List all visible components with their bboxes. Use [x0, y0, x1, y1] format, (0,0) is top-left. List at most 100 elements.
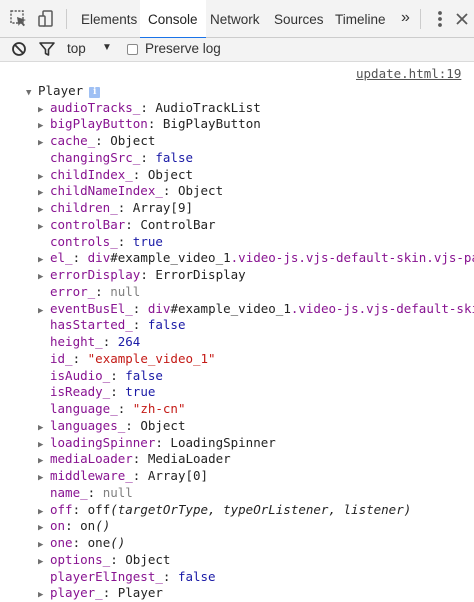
property-key: loadingSpinner [50, 434, 156, 450]
property-value-part: .video-js.vjs-default-skin.vjs [290, 300, 474, 316]
property-row[interactable]: ▶ languages_: Object [38, 418, 185, 435]
object-name: Player [38, 83, 84, 98]
property-value: Object [140, 417, 186, 433]
property-value-part: off [87, 501, 111, 517]
more-options-icon[interactable] [430, 9, 450, 29]
property-key: hasStarted_ [50, 317, 133, 333]
preserve-log-checkbox[interactable] [127, 44, 138, 55]
property-key: language_ [50, 401, 118, 416]
property-value: BigPlayButton [162, 116, 261, 132]
property-separator: : [125, 216, 141, 232]
property-value: Object [147, 166, 194, 182]
device-toolbar-icon[interactable] [37, 9, 57, 29]
property-row[interactable]: ▶ off: off(targetOrType, typeOrListener, … [38, 502, 411, 519]
property-value: 264 [117, 334, 141, 349]
filter-icon[interactable] [37, 39, 57, 59]
property-separator: : [140, 99, 156, 115]
property-separator: : [140, 149, 156, 165]
collapse-triangle-icon[interactable]: ▼ [26, 88, 38, 98]
property-row[interactable]: ▶ middleware_: Array[0] [38, 468, 208, 485]
tab-console[interactable]: Console [140, 0, 206, 39]
property-value: null [102, 484, 133, 500]
property-row: playerElIngest_: false [38, 569, 216, 586]
property-row[interactable]: ▶ player_: Player [38, 585, 163, 602]
property-value: null [110, 283, 141, 299]
property-row[interactable]: ▶ children_: Array[9] [38, 200, 193, 217]
console-output: update.html:19 ▼ Player i ▶ audioTracks_: A… [0, 62, 474, 602]
property-row[interactable]: ▶ el_: div#example_video_1.video-js.vjs-d… [38, 250, 474, 267]
tab-elements[interactable]: Elements [73, 0, 145, 38]
property-row[interactable]: ▶ loadingSpinner: LoadingSpinner [38, 435, 276, 452]
inspect-element-icon[interactable] [9, 9, 29, 29]
property-separator: : [72, 501, 88, 517]
clear-console-icon[interactable] [9, 39, 29, 59]
info-icon[interactable]: i [89, 87, 101, 98]
property-key: middleware_ [50, 468, 133, 483]
property-value: "zh-cn" [132, 401, 186, 416]
property-separator: : [110, 384, 126, 400]
preserve-log-label[interactable]: Preserve log [145, 41, 221, 56]
property-separator: : [72, 350, 88, 366]
property-separator: : [95, 133, 111, 148]
property-separator: : [65, 518, 81, 534]
close-icon[interactable] [452, 9, 472, 29]
property-row: controls_: true [38, 234, 163, 251]
property-row[interactable]: ▶ cache_: Object [38, 133, 155, 150]
property-row[interactable]: ▶ errorDisplay: ErrorDisplay [38, 267, 246, 284]
property-row[interactable]: ▶ bigPlayButton: BigPlayButton [38, 116, 261, 133]
property-separator: : [132, 300, 148, 316]
property-row[interactable]: ▶ controlBar: ControlBar [38, 217, 216, 234]
property-row: isReady_: true [38, 384, 155, 401]
property-row[interactable]: ▶ mediaLoader: MediaLoader [38, 451, 231, 468]
property-value: Object [125, 551, 171, 567]
property-row[interactable]: ▶ eventBusEl_: div#example_video_1.video-… [38, 301, 474, 318]
property-separator: : [110, 367, 126, 383]
property-value: ControlBar [140, 216, 216, 232]
property-row[interactable]: ▶ audioTracks_: AudioTrackList [38, 100, 261, 117]
property-key: bigPlayButton [50, 116, 148, 132]
tab-network[interactable]: Network [202, 0, 268, 38]
tab-timeline[interactable]: Timeline [327, 0, 394, 38]
property-key: controlBar [50, 216, 126, 232]
more-tabs-button[interactable]: » [397, 0, 414, 38]
property-key: changingSrc_ [50, 149, 141, 165]
expand-triangle-icon[interactable]: ▶ [38, 587, 50, 602]
property-separator: : [147, 116, 163, 132]
context-selector[interactable]: top [67, 41, 86, 56]
property-key: childNameIndex_ [50, 183, 163, 199]
context-dropdown-arrow-icon[interactable]: ▼ [102, 42, 112, 53]
property-key: isAudio_ [50, 367, 111, 383]
property-row[interactable]: ▶ one: one() [38, 535, 125, 552]
property-separator: : [117, 200, 133, 215]
object-header[interactable]: ▼ Player i [26, 83, 101, 99]
property-key: off [50, 501, 73, 517]
property-key: id_ [50, 350, 73, 366]
property-separator: : [132, 317, 148, 333]
property-key: languages_ [50, 417, 126, 433]
property-separator: : [140, 267, 156, 282]
property-row: id_: "example_video_1" [38, 351, 216, 368]
property-separator: : [125, 417, 141, 433]
property-key: name_ [50, 484, 88, 500]
property-separator: : [132, 468, 148, 483]
property-value-part: div [87, 250, 111, 266]
property-separator: : [87, 484, 103, 500]
tab-sources[interactable]: Sources [266, 0, 332, 38]
property-value-part: (targetOrType, typeOrListener, listener) [110, 501, 412, 517]
property-row[interactable]: ▶ childIndex_: Object [38, 167, 193, 184]
property-value: AudioTrackList [155, 99, 261, 115]
property-row[interactable]: ▶ options_: Object [38, 552, 170, 569]
property-separator: : [132, 166, 148, 182]
property-row[interactable]: ▶ childNameIndex_: Object [38, 183, 223, 200]
property-row[interactable]: ▶ on: on() [38, 518, 110, 535]
property-value: false [155, 149, 194, 165]
property-value: false [147, 317, 186, 333]
property-value: MediaLoader [147, 451, 231, 467]
property-value-part: .video-js.vjs-default-skin.vjs-paused. [230, 250, 474, 266]
property-value: Array[9] [132, 200, 194, 215]
property-value: true [132, 233, 163, 249]
property-value: true [125, 384, 156, 400]
source-link[interactable]: update.html:19 [356, 66, 461, 81]
property-value: Array[0] [147, 468, 209, 483]
property-separator: : [102, 334, 118, 349]
